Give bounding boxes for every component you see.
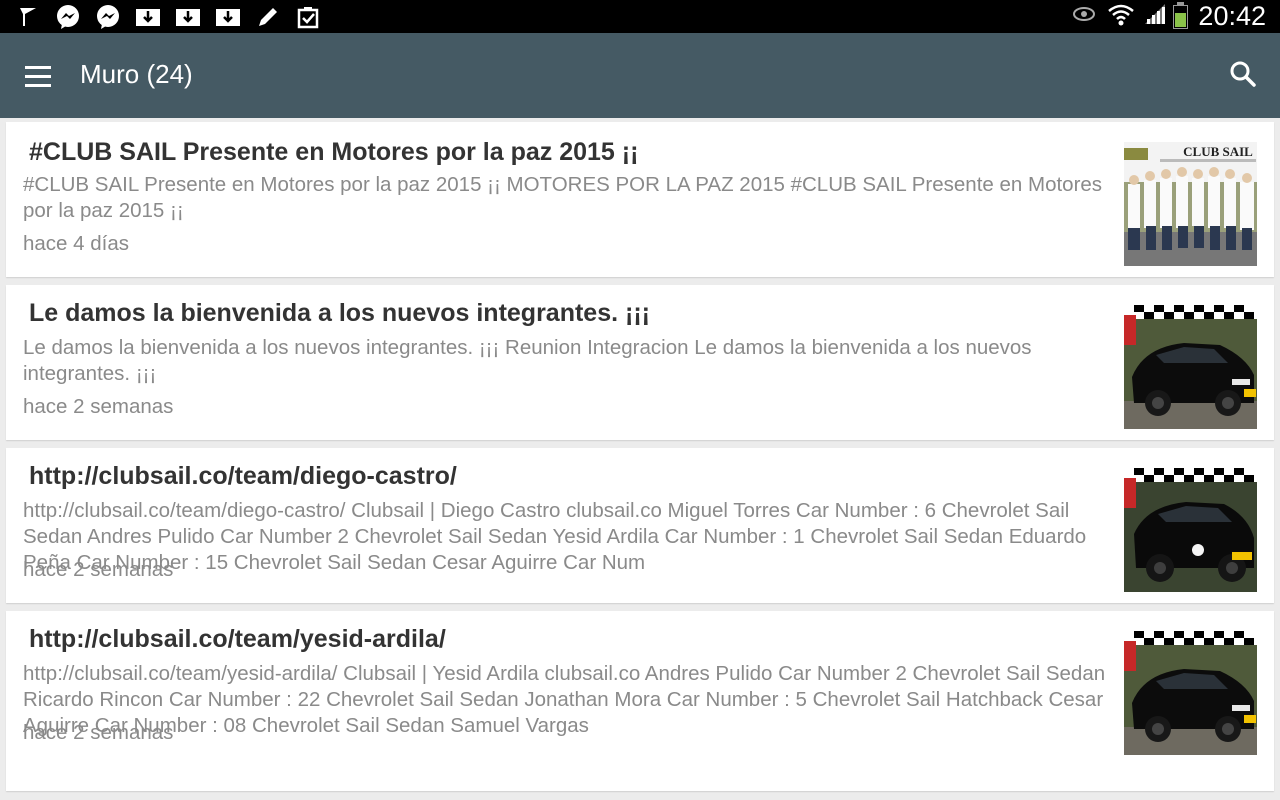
status-bar: 20:42 bbox=[0, 0, 1280, 33]
navigation-icon bbox=[14, 4, 42, 30]
signal-icon bbox=[1143, 2, 1167, 31]
page-title: Muro (24) bbox=[80, 59, 193, 89]
post-time: hace 2 semanas bbox=[23, 558, 174, 581]
post-time: hace 2 semanas bbox=[23, 395, 174, 418]
post-title: http://clubsail.co/team/diego-castro/ bbox=[29, 462, 457, 490]
messenger-icon bbox=[54, 4, 82, 30]
post-thumbnail[interactable] bbox=[1124, 631, 1257, 755]
clipboard-check-icon bbox=[294, 4, 322, 30]
app-bar: Muro (24) bbox=[0, 33, 1280, 118]
post-excerpt: http://clubsail.co/team/yesid-ardila/ Cl… bbox=[23, 662, 1106, 737]
post-card[interactable]: #CLUB SAIL Presente en Motores por la pa… bbox=[6, 122, 1274, 277]
download-icon bbox=[134, 4, 162, 30]
notification-icons bbox=[14, 4, 334, 30]
post-excerpt: #CLUB SAIL Presente en Motores por la pa… bbox=[23, 173, 1103, 222]
search-icon[interactable] bbox=[1228, 59, 1260, 91]
wifi-icon bbox=[1107, 2, 1135, 31]
post-list: #CLUB SAIL Presente en Motores por la pa… bbox=[6, 122, 1274, 799]
post-time: hace 4 días bbox=[23, 232, 129, 255]
eye-icon bbox=[1073, 6, 1096, 27]
post-excerpt: http://clubsail.co/team/diego-castro/ Cl… bbox=[23, 499, 1087, 574]
download-icon bbox=[214, 4, 242, 30]
post-thumbnail[interactable]: CLUB SAIL bbox=[1124, 142, 1257, 266]
thumbnail-header: CLUB SAIL bbox=[1183, 144, 1253, 159]
download-icon bbox=[174, 4, 202, 30]
post-excerpt: Le damos la bienvenida a los nuevos inte… bbox=[23, 336, 1032, 385]
system-icons: 20:42 bbox=[1073, 0, 1266, 33]
post-thumbnail[interactable] bbox=[1124, 468, 1257, 592]
edit-icon bbox=[254, 4, 282, 30]
post-title: #CLUB SAIL Presente en Motores por la pa… bbox=[29, 138, 639, 166]
post-title: http://clubsail.co/team/yesid-ardila/ bbox=[29, 625, 446, 653]
messenger-icon bbox=[94, 4, 122, 30]
post-thumbnail[interactable] bbox=[1124, 305, 1257, 429]
battery-icon bbox=[1173, 1, 1189, 29]
clock: 20:42 bbox=[1198, 1, 1266, 31]
menu-icon[interactable] bbox=[22, 61, 54, 91]
post-card[interactable]: Le damos la bienvenida a los nuevos inte… bbox=[6, 285, 1274, 440]
post-card[interactable]: http://clubsail.co/team/diego-castro/ ht… bbox=[6, 448, 1274, 603]
post-title: Le damos la bienvenida a los nuevos inte… bbox=[29, 299, 650, 327]
post-card[interactable]: http://clubsail.co/team/yesid-ardila/ ht… bbox=[6, 611, 1274, 791]
post-time: hace 2 semanas bbox=[23, 721, 174, 744]
